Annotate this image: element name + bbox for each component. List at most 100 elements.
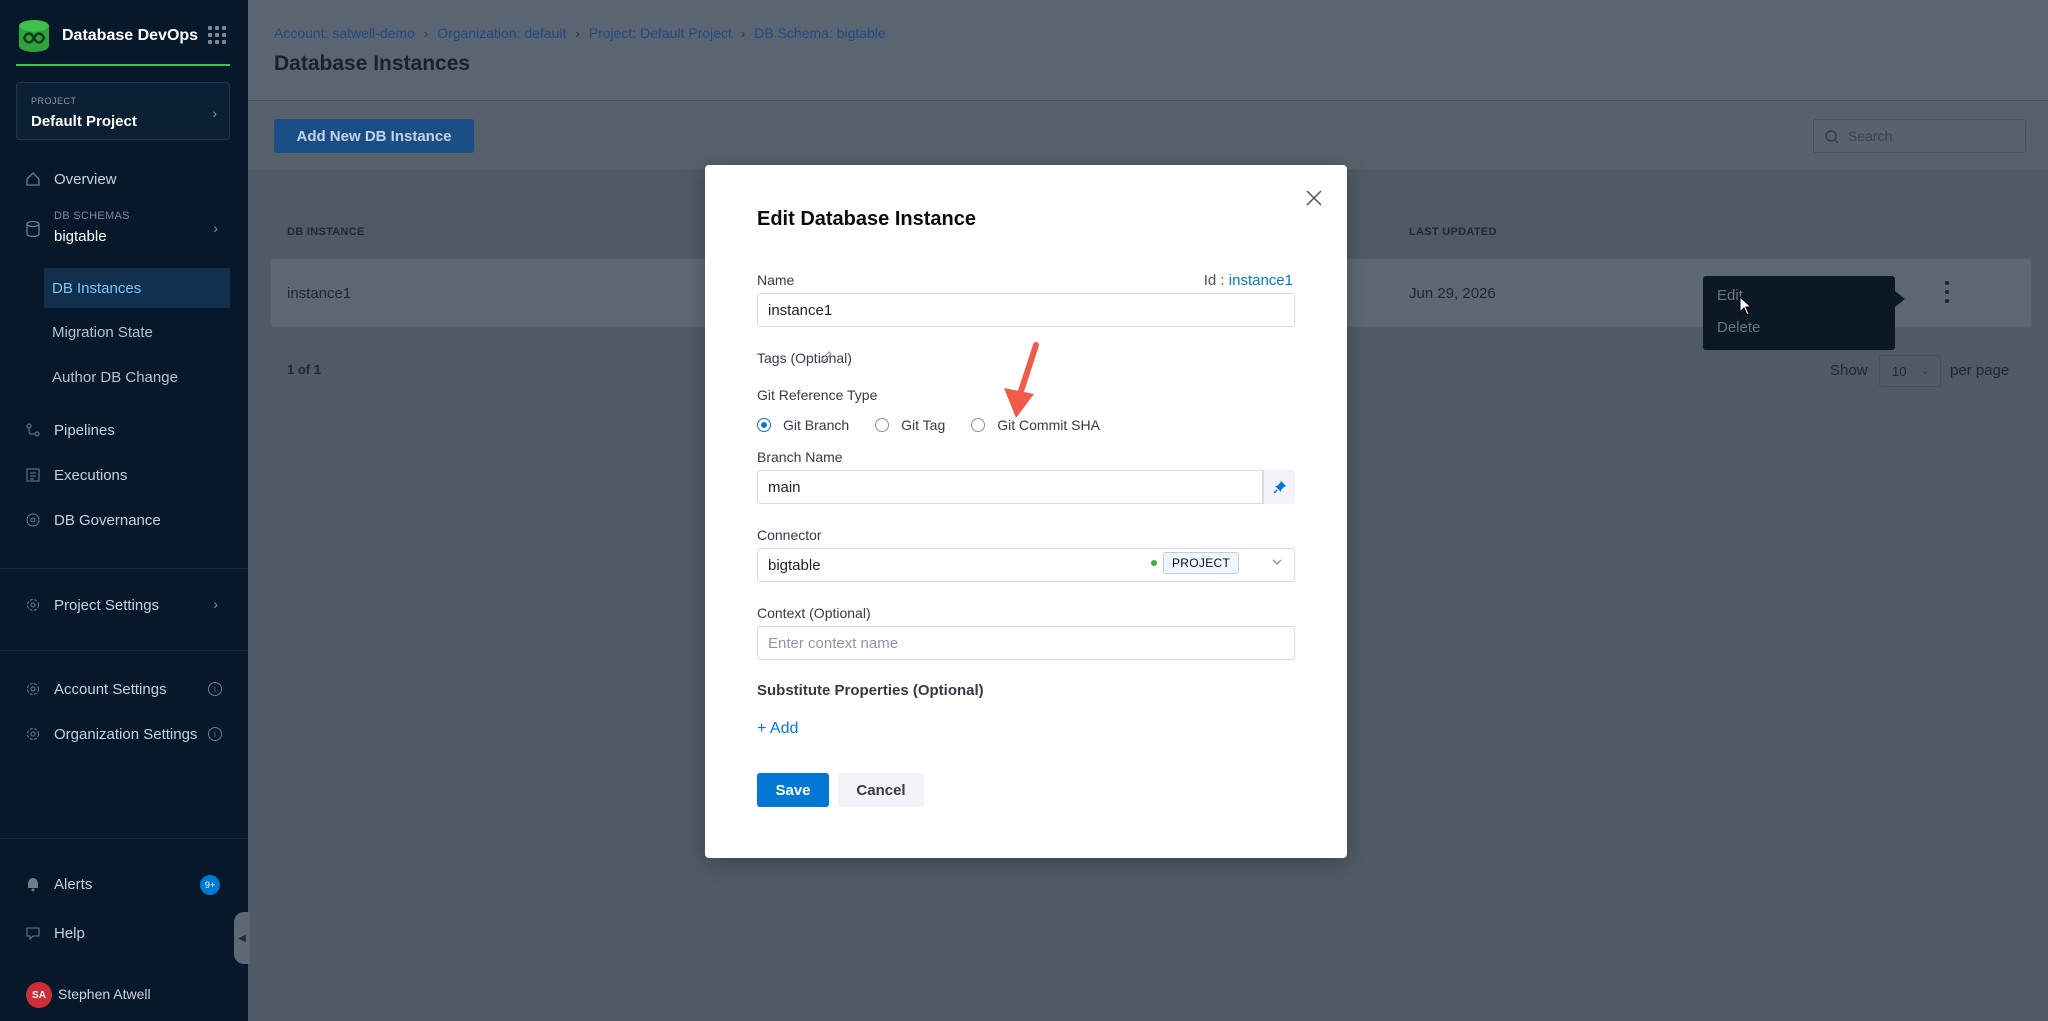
id-value: instance1 xyxy=(1228,272,1293,289)
column-header-last-updated[interactable]: LAST UPDATED xyxy=(1409,226,1497,238)
breadcrumb: Account: satwell-demo › Organization: de… xyxy=(274,25,886,41)
sidebar-item-label: Overview xyxy=(54,170,117,188)
cancel-button[interactable]: Cancel xyxy=(838,773,924,807)
brand-title: Database DevOps xyxy=(62,27,199,44)
sidebar-item-label: Help xyxy=(54,924,85,942)
sidebar-item-db-schemas[interactable]: DB SCHEMAS bigtable xyxy=(24,210,130,245)
radio-git-tag[interactable]: Git Tag xyxy=(875,417,945,433)
row-context-menu: Edit Delete xyxy=(1703,276,1905,350)
gear-icon xyxy=(24,596,42,614)
search-icon xyxy=(1825,130,1839,144)
annotation-arrow-icon xyxy=(1004,342,1039,418)
database-icon xyxy=(24,220,42,238)
chevron-down-icon[interactable] xyxy=(1271,556,1283,568)
chevron-down-icon: ⌄ xyxy=(1920,365,1930,377)
sidebar-item-label: Organization Settings xyxy=(54,725,198,743)
sidebar-divider xyxy=(0,650,248,651)
radio-button[interactable] xyxy=(875,418,890,432)
radio-git-branch[interactable]: Git Branch xyxy=(757,417,849,433)
radio-label: Git Branch xyxy=(783,417,850,433)
sidebar-item-organization-settings[interactable]: Organization Settings xyxy=(24,725,197,743)
chevron-right-icon: › xyxy=(575,25,580,41)
sidebar-item-migration-state[interactable]: Migration State xyxy=(44,312,230,352)
sidebar-item-db-governance[interactable]: DB Governance xyxy=(24,511,161,529)
project-name: Default Project xyxy=(31,113,137,130)
breadcrumb-db-schema[interactable]: DB Schema: bigtable xyxy=(754,25,886,41)
instance-name-cell: instance1 xyxy=(287,285,352,302)
info-icon[interactable]: i xyxy=(208,682,222,696)
chevron-right-icon: › xyxy=(213,596,218,612)
chevron-right-icon: › xyxy=(740,25,746,41)
dialog-title: Edit Database Instance xyxy=(757,208,976,230)
user-name[interactable]: Stephen Atwell xyxy=(58,986,151,1002)
search-input[interactable]: Search xyxy=(1813,119,2026,153)
column-header-db-instance[interactable]: DB INSTANCE xyxy=(287,226,365,238)
mouse-cursor-icon xyxy=(1739,296,1753,316)
sidebar-item-help[interactable]: Help xyxy=(24,924,85,942)
alerts-badge: 9+ xyxy=(200,875,220,895)
help-icon xyxy=(24,924,42,942)
page-title: Database Instances xyxy=(274,52,471,75)
menu-item-delete[interactable]: Delete xyxy=(1717,319,1760,336)
chevron-right-icon: › xyxy=(212,105,217,121)
sidebar-item-label: Alerts xyxy=(54,875,93,893)
pipeline-icon xyxy=(24,421,42,439)
avatar[interactable]: SA xyxy=(26,982,52,1008)
sidebar-item-executions[interactable]: Executions xyxy=(24,466,127,484)
add-property-link[interactable]: + Add xyxy=(757,720,798,738)
scope-tag: PROJECT xyxy=(1163,552,1240,574)
save-button[interactable]: Save xyxy=(757,773,829,807)
context-label: Context (Optional) xyxy=(757,605,871,621)
close-icon[interactable] xyxy=(1303,187,1325,209)
project-caption: PROJECT xyxy=(31,96,77,106)
db-schema-value: bigtable xyxy=(54,228,107,245)
sidebar-item-alerts[interactable]: Alerts xyxy=(24,875,92,893)
chevron-right-icon: › xyxy=(213,220,218,236)
page-size-value: 10 xyxy=(1892,364,1907,379)
branch-name-input[interactable]: main xyxy=(757,470,1263,504)
bell-icon xyxy=(24,875,42,893)
sidebar-item-account-settings[interactable]: Account Settings xyxy=(24,680,167,698)
sidebar-item-project-settings[interactable]: Project Settings xyxy=(24,596,159,614)
radio-button[interactable] xyxy=(971,418,986,432)
git-ref-type-radio-group: Git Branch Git Tag Git Commit SHA xyxy=(757,417,1126,433)
sidebar-item-label: Account Settings xyxy=(54,680,167,698)
info-icon[interactable]: i xyxy=(208,727,222,741)
pagination-count: 1 of 1 xyxy=(287,362,321,377)
sidebar-item-pipelines[interactable]: Pipelines xyxy=(24,421,115,439)
search-placeholder: Search xyxy=(1848,128,1893,144)
project-selector[interactable]: PROJECT Default Project › xyxy=(16,82,230,140)
breadcrumb-organization[interactable]: Organization: default xyxy=(437,25,566,41)
instance-id: Id : instance1 xyxy=(1204,272,1293,289)
git-ref-type-label: Git Reference Type xyxy=(757,387,878,403)
name-input[interactable]: instance1 xyxy=(757,293,1295,327)
pin-button[interactable] xyxy=(1263,470,1295,504)
sidebar-item-label: Pipelines xyxy=(54,421,115,439)
connector-scope-badge: PROJECT xyxy=(1151,552,1240,574)
last-updated-cell: Jun 29, 2026 xyxy=(1409,285,1496,302)
sidebar-item-overview[interactable]: Overview xyxy=(24,170,117,188)
page-size-select[interactable]: 10 ⌄ xyxy=(1879,355,1941,387)
gear-icon xyxy=(24,680,42,698)
more-options-icon[interactable] xyxy=(1944,281,1950,303)
sidebar-divider xyxy=(0,838,248,839)
database-logo-icon xyxy=(19,20,49,52)
status-dot xyxy=(1151,560,1157,566)
sidebar-item-label: Project Settings xyxy=(54,596,160,614)
radio-button-checked[interactable] xyxy=(757,418,771,432)
chevron-right-icon: › xyxy=(423,25,429,41)
breadcrumb-project[interactable]: Project: Default Project xyxy=(589,25,732,41)
app-grid-icon[interactable] xyxy=(208,26,226,44)
connector-value: bigtable xyxy=(768,556,821,574)
sidebar-item-author-db-change[interactable]: Author DB Change xyxy=(44,357,230,397)
sidebar-item-label: DB Governance xyxy=(54,511,161,529)
edit-pencil-icon[interactable] xyxy=(819,350,833,364)
sidebar-item-db-instances[interactable]: DB Instances xyxy=(44,268,230,308)
tags-label: Tags (Optional) xyxy=(757,350,852,366)
brand-header: Database DevOps xyxy=(16,18,230,66)
context-input[interactable]: Enter context name xyxy=(757,626,1295,660)
add-db-instance-button[interactable]: Add New DB Instance xyxy=(274,119,474,153)
toolbar: Add New DB Instance Search xyxy=(248,101,2048,171)
collapse-sidebar-icon[interactable]: ◀ xyxy=(234,912,250,964)
breadcrumb-account[interactable]: Account: satwell-demo xyxy=(274,25,415,41)
